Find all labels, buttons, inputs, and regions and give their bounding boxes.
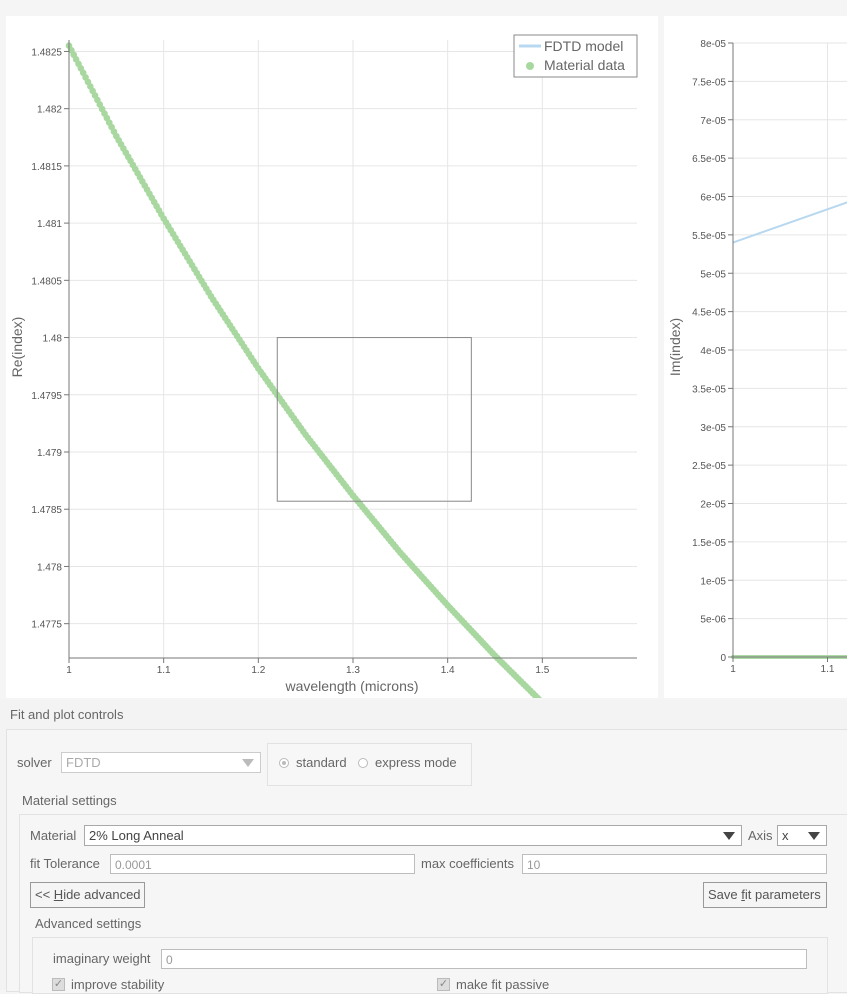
controls-group: solver FDTD standard express mode Materi…: [6, 729, 847, 994]
axis-select[interactable]: x: [777, 825, 827, 846]
y-tick-label: 1.4805: [31, 276, 62, 287]
y-tick-label: 4.5e-05: [692, 308, 726, 319]
max-coefficients-input[interactable]: 10: [522, 854, 827, 874]
y-tick-label: 1.48: [43, 334, 63, 345]
y-tick-label: 1.4825: [31, 47, 62, 58]
material-label: Material: [30, 828, 77, 843]
y-axis-title: Re(index): [9, 317, 25, 378]
legend-fdtd-label: FDTD model: [544, 38, 623, 54]
im-index-chart: 1 1.1 8e-05 7.5e-05 7e-05 6.5e-05 6e-05 5.5e-05…: [667, 39, 847, 675]
x-tick-label: 1.3: [346, 665, 360, 676]
solver-value: FDTD: [66, 755, 101, 770]
max-coefficients-label: max coefficients: [421, 856, 514, 871]
chevron-down-icon: [242, 759, 254, 767]
solver-select[interactable]: FDTD: [61, 752, 261, 773]
legend-material-swatch: [526, 62, 534, 70]
advanced-settings-group: imaginary weight 0 ✓ improve stability ✓…: [32, 937, 828, 994]
y-tick-label: 1.4815: [31, 162, 62, 173]
y-tick-label: 2.5e-05: [692, 461, 726, 472]
hide-advanced-button[interactable]: << Hide advanced: [30, 882, 145, 908]
express-mode-label: express mode: [375, 755, 457, 770]
x-tick-label: 1.1: [821, 664, 835, 675]
y-tick-label: 5e-05: [700, 269, 726, 280]
y-tick-label: 1.5e-05: [692, 538, 726, 549]
x-tick-label: 1: [66, 665, 72, 676]
y-tick-label: 1.479: [37, 448, 62, 459]
x-tick-label: 1.4: [441, 665, 455, 676]
y-tick-label: 1e-05: [700, 576, 726, 587]
x-axis-title: wavelength (microns): [284, 678, 418, 694]
fit-tolerance-input[interactable]: 0.0001: [110, 854, 415, 874]
re-index-plot[interactable]: 1 1.1 1.2 1.3 1.4 1.5 1.4825 1.482 1.4815 1.481 1.…: [6, 16, 658, 793]
mode-group: standard express mode: [267, 743, 472, 786]
standard-radio[interactable]: [279, 758, 289, 768]
axis-label: Axis: [748, 828, 773, 843]
standard-label: standard: [296, 755, 347, 770]
material-value: 2% Long Anneal: [89, 828, 184, 843]
y-tick-label: 0: [720, 653, 726, 664]
y-tick-label: 1.481: [37, 219, 62, 230]
im-index-plot[interactable]: 1 1.1 8e-05 7.5e-05 7e-05 6.5e-05 6e-05 5.5e-05…: [664, 16, 847, 698]
y-axis-title-im: Im(index): [667, 318, 683, 376]
zoom-box[interactable]: [276, 337, 472, 502]
y-tick-label: 2e-05: [700, 500, 726, 511]
axis-value: x: [782, 828, 789, 843]
x-tick-label: 1.1: [157, 665, 171, 676]
legend-material-label: Material data: [544, 57, 625, 73]
y-tick-label: 7.5e-05: [692, 77, 726, 88]
x-tick-label: 1: [730, 664, 736, 675]
y-tick-label: 7e-05: [700, 116, 726, 127]
imaginary-weight-label: imaginary weight: [53, 951, 151, 966]
controls-section-title: Fit and plot controls: [10, 707, 124, 722]
material-settings-title: Material settings: [22, 793, 117, 808]
x-tick-label: 1.2: [251, 665, 265, 676]
x-tick-label: 1.5: [535, 665, 549, 676]
y-tick-label: 6.5e-05: [692, 154, 726, 165]
fit-plot-controls: Fit and plot controls solver FDTD standa…: [0, 700, 847, 994]
y-tick-label: 1.4795: [31, 391, 62, 402]
advanced-settings-title: Advanced settings: [35, 916, 142, 931]
y-tick-label: 8e-05: [700, 39, 726, 50]
save-fit-parameters-button[interactable]: Save fit parameters: [703, 882, 827, 908]
fit-tolerance-label: fit Tolerance: [30, 856, 100, 871]
y-tick-label: 1.478: [37, 562, 62, 573]
y-tick-label: 1.482: [37, 105, 62, 116]
re-index-chart: 1 1.1 1.2 1.3 1.4 1.5 1.4825 1.482 1.4815 1.481 1.…: [9, 34, 641, 793]
material-settings-group: Material 2% Long Anneal Axis x fit Toler…: [19, 814, 847, 994]
improve-stability-checkbox[interactable]: ✓: [52, 978, 65, 991]
y-tick-label: 1.4775: [31, 620, 62, 631]
y-tick-label: 6e-05: [700, 193, 726, 204]
y-tick-label: 5.5e-05: [692, 231, 726, 242]
y-tick-label: 5e-06: [700, 615, 726, 626]
material-select[interactable]: 2% Long Anneal: [84, 825, 742, 846]
chevron-down-icon: [723, 832, 735, 840]
y-tick-label: 1.4785: [31, 505, 62, 516]
express-mode-radio[interactable]: [358, 758, 368, 768]
y-tick-label: 3e-05: [700, 423, 726, 434]
make-fit-passive-checkbox[interactable]: ✓: [437, 978, 450, 991]
solver-label: solver: [17, 755, 52, 770]
imaginary-weight-input[interactable]: 0: [161, 949, 807, 969]
y-tick-label: 3.5e-05: [692, 384, 726, 395]
y-tick-label: 4e-05: [700, 346, 726, 357]
chevron-down-icon: [808, 832, 820, 840]
legend: FDTD model Material data: [513, 34, 638, 78]
